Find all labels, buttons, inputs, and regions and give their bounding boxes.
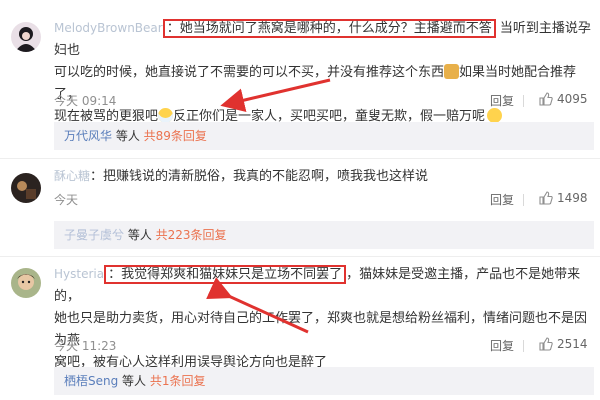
reply-count-link[interactable]: 共1条回复 — [150, 374, 206, 388]
reply-middle: 等人 — [112, 129, 144, 143]
highlighted-text: ：我觉得郑爽和猫妹妹只是立场不同罢了 — [104, 265, 347, 284]
timestamp: 今天 09:14 — [54, 94, 117, 108]
comment-text: 酥心糖：把赚钱说的清新脱俗，我真的不能忍啊，喷我我也这样说 — [54, 165, 594, 188]
mask-face-emoji-icon — [158, 108, 174, 123]
reply-button[interactable]: 回复 — [490, 191, 514, 208]
timestamp: 今天 — [54, 193, 79, 207]
comment-body: ：把赚钱说的清新脱俗，我真的不能忍啊，喷我我也这样说 — [90, 169, 429, 184]
thumbs-up-icon — [539, 191, 553, 205]
comment-meta: 今天 11:23 回复 2514 — [54, 337, 594, 355]
clap-hands-emoji-icon — [444, 64, 460, 79]
like-count: 2514 — [557, 337, 588, 351]
avatar[interactable] — [11, 173, 41, 203]
reply-user[interactable]: 栖梧Seng — [64, 374, 118, 388]
avatar[interactable] — [11, 268, 41, 298]
reply-user[interactable]: 子曼子虞兮 — [64, 228, 124, 242]
reply-middle: 等人 — [118, 374, 150, 388]
like-button[interactable]: 4095 — [539, 92, 588, 106]
like-button[interactable]: 1498 — [539, 191, 588, 205]
timestamp: 今天 11:23 — [54, 339, 117, 353]
reply-summary[interactable]: 子曼子虞兮 等人 共223条回复 — [54, 221, 594, 249]
comment-meta: 今天 09:14 回复 4095 — [54, 92, 594, 110]
username[interactable]: MelodyBrownBear — [54, 21, 163, 35]
divider — [523, 95, 524, 107]
username[interactable]: Hysteria — [54, 267, 104, 281]
reply-count-link[interactable]: 共223条回复 — [156, 228, 227, 242]
comment-meta: 今天 回复 1498 — [54, 191, 594, 209]
reply-button[interactable]: 回复 — [490, 337, 514, 354]
divider — [523, 340, 524, 352]
reply-user[interactable]: 万代风华 — [64, 129, 112, 143]
reply-summary[interactable]: 栖梧Seng 等人 共1条回复 — [54, 367, 594, 395]
like-count: 1498 — [557, 191, 588, 205]
smirk-face-emoji-icon — [487, 108, 503, 123]
divider — [0, 256, 600, 257]
reply-summary[interactable]: 万代风华 等人 共89条回复 — [54, 122, 594, 150]
reply-count-link[interactable]: 共89条回复 — [144, 129, 207, 143]
thumbs-up-icon — [539, 337, 553, 351]
thumbs-up-icon — [539, 92, 553, 106]
username[interactable]: 酥心糖 — [54, 169, 90, 183]
avatar[interactable] — [11, 22, 41, 52]
like-count: 4095 — [557, 92, 588, 106]
comment-text: MelodyBrownBear ：她当场就问了燕窝是哪种的，什么成分？主播避而不答… — [54, 17, 594, 128]
text-line2a: 可以吃的时候，她直接说了不需要的可以不买，并没有推荐这个东西 — [54, 65, 445, 80]
reply-button[interactable]: 回复 — [490, 92, 514, 109]
divider — [523, 194, 524, 206]
reply-middle: 等人 — [124, 228, 156, 242]
comment-text: Hysteria ：我觉得郑爽和猫妹妹只是立场不同罢了 ，猫妹妹是受邀主播，产品也不… — [54, 263, 594, 374]
divider — [0, 158, 600, 159]
highlighted-text: ：她当场就问了燕窝是哪种的，什么成分？主播避而不答 — [162, 19, 496, 38]
like-button[interactable]: 2514 — [539, 337, 588, 351]
